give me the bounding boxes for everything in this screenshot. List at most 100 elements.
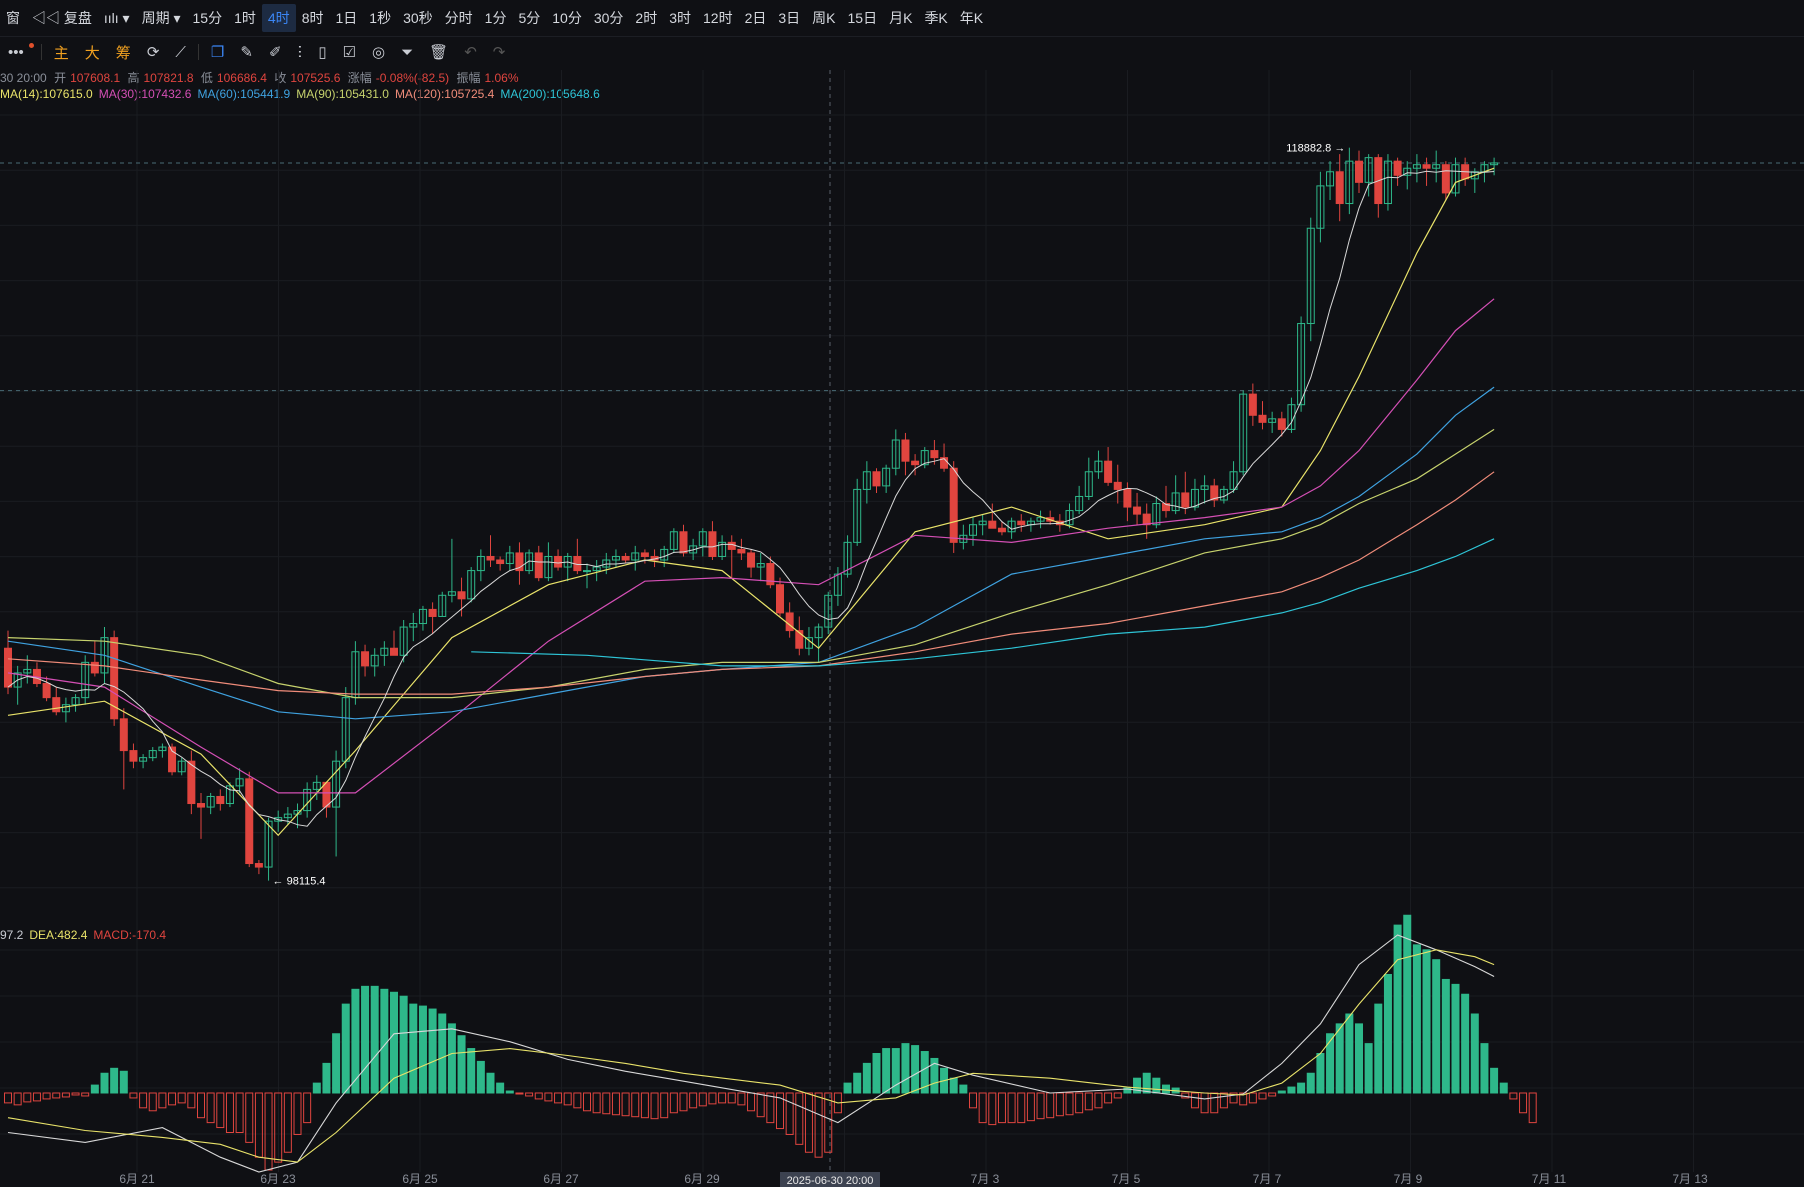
macd-bar bbox=[235, 1092, 244, 1133]
timeframe-tab[interactable]: 窗 bbox=[0, 4, 26, 32]
macd-bar bbox=[4, 1092, 12, 1104]
macd-bar bbox=[882, 1048, 891, 1094]
macd-bar bbox=[872, 1053, 881, 1094]
macd-bar bbox=[322, 1062, 331, 1094]
timeframe-tab[interactable]: 2时 bbox=[629, 4, 663, 32]
macd-bar bbox=[911, 1045, 920, 1094]
macd-histogram bbox=[4, 914, 1537, 1171]
timeframe-tab[interactable]: ◁◁ 复盘 bbox=[26, 4, 98, 32]
timeframe-tab[interactable]: 30分 bbox=[588, 4, 630, 32]
macd-bar bbox=[776, 1092, 784, 1130]
candle-body bbox=[824, 594, 833, 628]
candle-body bbox=[418, 608, 427, 625]
timeframe-tab[interactable]: 3日 bbox=[772, 4, 806, 32]
macd-bar bbox=[100, 1072, 109, 1094]
macd-bar bbox=[1451, 983, 1460, 1094]
macd-bar bbox=[129, 1092, 138, 1099]
macd-bar bbox=[42, 1092, 51, 1100]
candle-body bbox=[303, 788, 312, 812]
main-indicator-button[interactable]: 主 bbox=[46, 42, 77, 63]
macd-bar bbox=[1509, 1092, 1518, 1100]
timeframe-tab[interactable]: 分时 bbox=[439, 4, 479, 32]
redo-icon[interactable]: ↷ bbox=[485, 43, 514, 61]
candle-body bbox=[1258, 414, 1267, 423]
macd-bar bbox=[747, 1092, 756, 1112]
candle-body bbox=[573, 555, 582, 572]
timeframe-tab[interactable]: 月K bbox=[883, 4, 918, 32]
candle-body bbox=[447, 591, 456, 596]
candle-body bbox=[1297, 323, 1306, 406]
candle-body bbox=[1084, 471, 1093, 497]
x-axis-tick-label: 6月 21 bbox=[119, 1172, 155, 1186]
candle-body bbox=[1075, 495, 1084, 512]
timeframe-tab[interactable]: 5分 bbox=[512, 4, 546, 32]
refresh-icon[interactable]: ⟳ bbox=[139, 43, 168, 61]
candle-icon[interactable]: ⵗ bbox=[290, 43, 311, 61]
clipboard-icon[interactable]: ▯ bbox=[310, 43, 334, 61]
macd-bar bbox=[467, 1048, 476, 1094]
timeframe-tab[interactable]: 12时 bbox=[697, 4, 739, 32]
candle-body bbox=[747, 552, 756, 568]
x-axis-tick-label: 7月 3 bbox=[971, 1172, 1000, 1186]
timeframe-tab[interactable]: 年K bbox=[954, 4, 989, 32]
macd-bar bbox=[824, 1092, 833, 1153]
undo-icon[interactable]: ↶ bbox=[456, 43, 485, 61]
timeframe-tab[interactable]: 周K bbox=[806, 4, 841, 32]
timeframe-tab[interactable]: 10分 bbox=[546, 4, 588, 32]
timeframe-tab[interactable]: 15分 bbox=[187, 4, 229, 32]
ma-line-ma120 bbox=[7, 471, 1495, 695]
x-axis-tick-label: 7月 7 bbox=[1253, 1172, 1282, 1186]
big-order-button[interactable]: 大 bbox=[77, 42, 108, 63]
trash-icon[interactable]: 🗑 bbox=[421, 43, 456, 61]
close-label: 收 bbox=[274, 71, 287, 85]
edit-icon[interactable]: ☑ bbox=[335, 43, 364, 61]
timeframe-tab[interactable]: 1秒 bbox=[363, 4, 397, 32]
candle-body bbox=[158, 746, 167, 752]
candle-body bbox=[853, 488, 862, 543]
candle-body bbox=[1162, 503, 1170, 512]
macd-bar bbox=[457, 1035, 466, 1094]
candle-body bbox=[1210, 485, 1219, 501]
macd-bar bbox=[409, 1003, 418, 1094]
timeframe-tab[interactable]: 1日 bbox=[329, 4, 363, 32]
timeframe-tab[interactable]: 8时 bbox=[296, 4, 330, 32]
candle-body bbox=[1219, 488, 1228, 501]
timeframe-tab[interactable]: 15日 bbox=[842, 4, 884, 32]
timeframe-tab[interactable]: 2日 bbox=[739, 4, 773, 32]
high-label: 高 bbox=[127, 71, 140, 85]
copy-icon[interactable]: ❐ bbox=[203, 43, 232, 61]
ma-line-ma200 bbox=[471, 538, 1495, 667]
candlestick-chart[interactable]: 118882.8 → ← 98115.4 6月 21 6月 23 6月 25 6月 27 6… bbox=[0, 0, 1804, 1187]
timeframe-tab[interactable]: 30秒 bbox=[397, 4, 439, 32]
timeframe-tab[interactable]: 周期 ▾ bbox=[136, 4, 187, 32]
pen-icon[interactable]: ✐ bbox=[261, 43, 290, 61]
candle-body bbox=[1461, 164, 1470, 180]
candle-body bbox=[901, 439, 910, 462]
macd-bar bbox=[795, 1092, 804, 1145]
timeframe-toolbar: 窗 ◁◁ 复盘 ıılı ▾ 周期 ▾ 15分 1时 4时 8时 1日 1秒 30秒 分时 1分 5分 10… bbox=[0, 0, 1804, 37]
candle-body bbox=[583, 570, 591, 573]
candle-body bbox=[833, 573, 842, 596]
filter-icon[interactable]: ⏷ bbox=[393, 44, 421, 61]
macd-bar bbox=[997, 1092, 1006, 1124]
macd-bar bbox=[1142, 1072, 1151, 1094]
timeframe-tab[interactable]: 4时 bbox=[261, 4, 296, 32]
draw-line-icon[interactable]: ⟋ bbox=[167, 44, 194, 61]
more-button[interactable]: ••• bbox=[0, 44, 32, 61]
timeframe-tab[interactable]: 3时 bbox=[663, 4, 697, 32]
magnet-icon[interactable]: ◎ bbox=[364, 43, 393, 61]
candle-body bbox=[168, 746, 177, 773]
candle-body bbox=[81, 661, 90, 699]
close-value: 107525.6 bbox=[290, 71, 341, 85]
x-axis-tick-label: 7月 13 bbox=[1672, 1172, 1708, 1186]
grid bbox=[0, 70, 1804, 1172]
timeframe-tab[interactable]: 1分 bbox=[479, 4, 513, 32]
macd-bar bbox=[216, 1092, 225, 1129]
ruler-icon[interactable]: ✎ bbox=[232, 43, 261, 61]
timeframe-tab[interactable]: 1时 bbox=[228, 4, 262, 32]
timeframe-tab[interactable]: ıılı ▾ bbox=[98, 4, 136, 32]
timeframe-tab[interactable]: 季K bbox=[918, 4, 953, 32]
candle-body bbox=[804, 637, 813, 649]
chip-distribution-button[interactable]: 筹 bbox=[108, 42, 139, 63]
macd-bar bbox=[621, 1092, 630, 1117]
